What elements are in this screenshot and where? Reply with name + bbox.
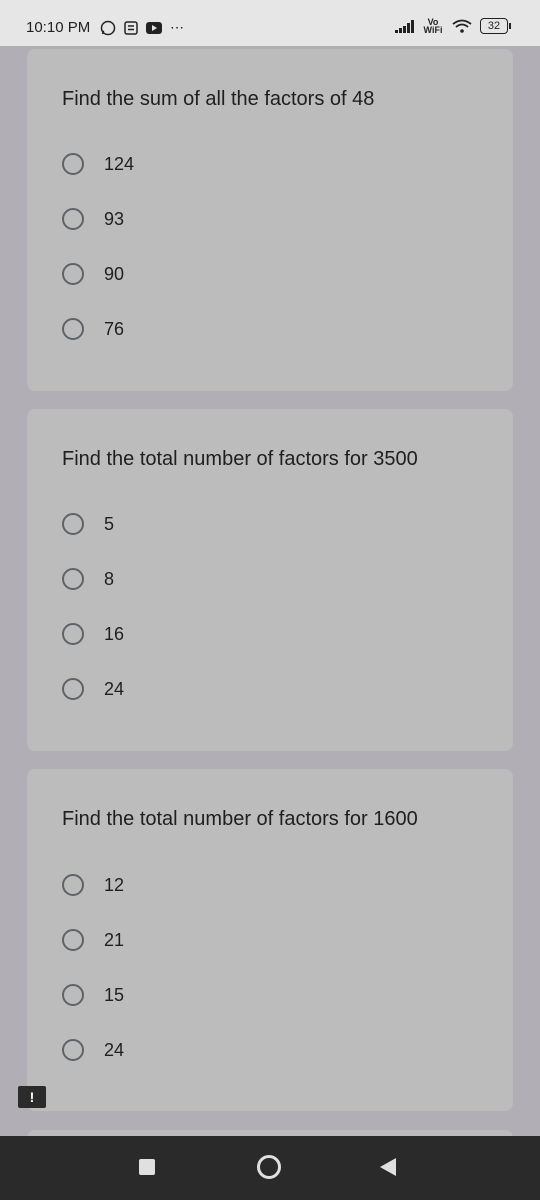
option-label: 21 xyxy=(104,929,125,950)
option-radio[interactable]: 93 xyxy=(62,204,124,234)
option-radio[interactable]: 90 xyxy=(62,259,124,289)
option-label: 5 xyxy=(104,513,115,534)
recents-icon[interactable] xyxy=(139,1159,155,1175)
radio-circle-icon[interactable] xyxy=(62,513,84,535)
option-radio[interactable]: 15 xyxy=(62,980,124,1010)
radio-circle-icon[interactable] xyxy=(62,263,84,285)
option-label: 24 xyxy=(104,1039,125,1060)
youtube-icon xyxy=(146,21,162,34)
option-label: 15 xyxy=(104,984,125,1005)
option-label: 16 xyxy=(104,623,125,644)
radio-circle-icon[interactable] xyxy=(62,623,84,645)
system-icons: Vo WiFi 32 xyxy=(395,17,511,35)
radio-circle-icon[interactable] xyxy=(62,874,84,896)
question-card: Find the total number of factors for 350… xyxy=(27,409,513,751)
option-label: 93 xyxy=(104,208,125,229)
radio-circle-icon[interactable] xyxy=(62,678,84,700)
option-label: 8 xyxy=(104,568,115,589)
option-radio[interactable]: 16 xyxy=(62,619,124,649)
radio-circle-icon[interactable] xyxy=(62,568,84,590)
message-icon xyxy=(124,20,138,35)
home-icon[interactable] xyxy=(257,1155,281,1179)
option-radio[interactable]: 76 xyxy=(62,314,124,344)
battery-icon: 32 xyxy=(480,18,511,34)
more-notifications-icon: ⋯ xyxy=(170,19,184,35)
option-radio[interactable]: 8 xyxy=(62,564,114,594)
radio-circle-icon[interactable] xyxy=(62,1039,84,1061)
option-radio[interactable]: 12 xyxy=(62,870,124,900)
status-time: 10:10 PM xyxy=(26,19,91,36)
radio-circle-icon[interactable] xyxy=(62,318,84,340)
option-label: 12 xyxy=(104,874,125,895)
question-text: Find the total number of factors for 160… xyxy=(62,808,418,830)
radio-circle-icon[interactable] xyxy=(62,984,84,1006)
notification-icons: ⋯ xyxy=(100,19,184,36)
option-label: 24 xyxy=(104,678,125,699)
radio-circle-icon[interactable] xyxy=(62,929,84,951)
whatsapp-icon xyxy=(100,20,116,35)
radio-circle-icon[interactable] xyxy=(62,153,84,175)
back-icon[interactable] xyxy=(380,1158,396,1176)
question-card: Find the total number of factors for 160… xyxy=(27,769,513,1111)
option-label: 76 xyxy=(104,318,125,339)
system-nav-bar xyxy=(0,1136,540,1200)
status-bar: 10:10 PM ⋯ Vo WiFi 32 xyxy=(0,0,540,46)
signal-icon xyxy=(395,19,414,33)
question-card: Find the sum of all the factors of 48 12… xyxy=(27,49,513,391)
option-radio[interactable]: 21 xyxy=(62,925,124,955)
option-label: 124 xyxy=(104,153,135,174)
option-radio[interactable]: 24 xyxy=(62,1035,124,1065)
vowifi-label: Vo WiFi xyxy=(423,17,443,35)
question-text: Find the total number of factors for 350… xyxy=(62,448,418,470)
option-radio[interactable]: 5 xyxy=(62,509,114,539)
radio-circle-icon[interactable] xyxy=(62,208,84,230)
wifi-icon xyxy=(452,19,472,33)
option-radio[interactable]: 24 xyxy=(62,674,124,704)
option-label: 90 xyxy=(104,263,125,284)
option-radio[interactable]: 124 xyxy=(62,149,134,179)
report-problem-button[interactable]: ! xyxy=(18,1086,46,1108)
question-text: Find the sum of all the factors of 48 xyxy=(62,88,375,110)
